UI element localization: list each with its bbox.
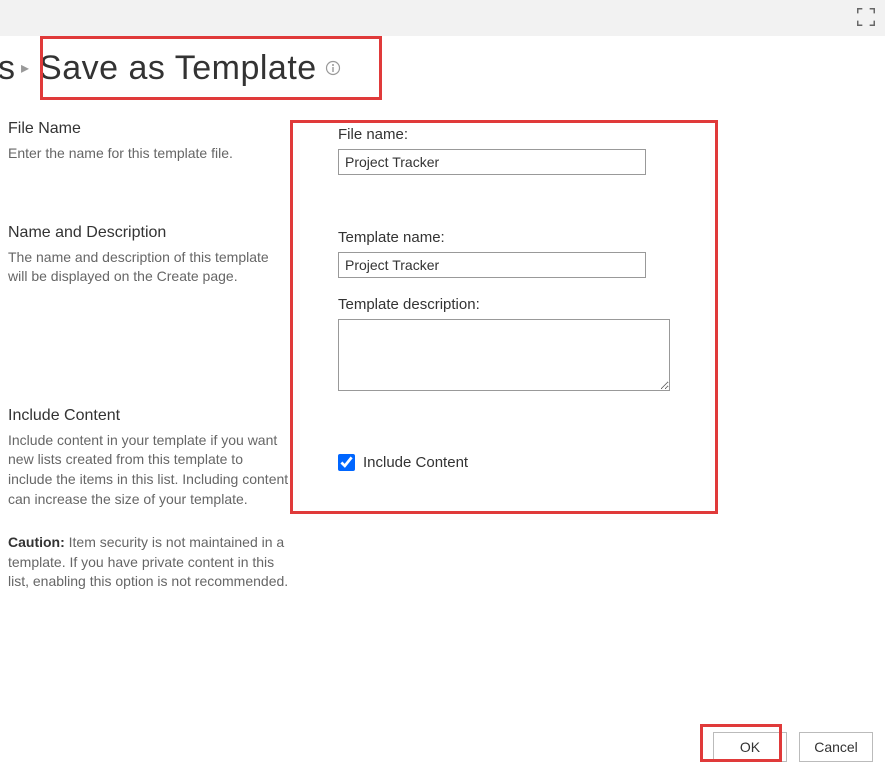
section-desc-include: Include content in your template if you … bbox=[8, 431, 290, 509]
top-bar bbox=[0, 0, 885, 36]
section-desc-filename: Enter the name for this template file. bbox=[8, 144, 290, 164]
info-icon[interactable] bbox=[325, 60, 341, 76]
include-content-label[interactable]: Include Content bbox=[363, 454, 468, 471]
breadcrumb: s ▸ Save as Template bbox=[0, 36, 885, 100]
focus-mode-icon[interactable] bbox=[855, 6, 877, 28]
section-heading-include: Include Content bbox=[8, 407, 290, 425]
file-name-label: File name: bbox=[338, 126, 877, 143]
file-name-input[interactable] bbox=[338, 149, 646, 175]
section-desc-namedesc: The name and description of this templat… bbox=[8, 248, 290, 287]
section-caution-include: Caution: Item security is not maintained… bbox=[8, 533, 290, 592]
template-desc-textarea[interactable] bbox=[338, 319, 670, 391]
ok-button[interactable]: OK bbox=[713, 732, 787, 762]
form-body: File Name Enter the name for this templa… bbox=[0, 100, 885, 616]
include-content-checkbox[interactable] bbox=[338, 454, 355, 471]
template-name-input[interactable] bbox=[338, 252, 646, 278]
template-name-label: Template name: bbox=[338, 229, 877, 246]
button-row: OK Cancel bbox=[713, 732, 873, 762]
template-desc-label: Template description: bbox=[338, 296, 877, 313]
breadcrumb-prev[interactable]: s bbox=[0, 49, 15, 88]
page-title: Save as Template bbox=[39, 49, 317, 88]
right-column: File name: Template name: Template descr… bbox=[308, 120, 877, 616]
left-column: File Name Enter the name for this templa… bbox=[8, 120, 308, 616]
chevron-right-icon: ▸ bbox=[21, 58, 29, 78]
section-heading-filename: File Name bbox=[8, 120, 290, 138]
section-heading-namedesc: Name and Description bbox=[8, 224, 290, 242]
cancel-button[interactable]: Cancel bbox=[799, 732, 873, 762]
caution-label: Caution: bbox=[8, 534, 65, 550]
